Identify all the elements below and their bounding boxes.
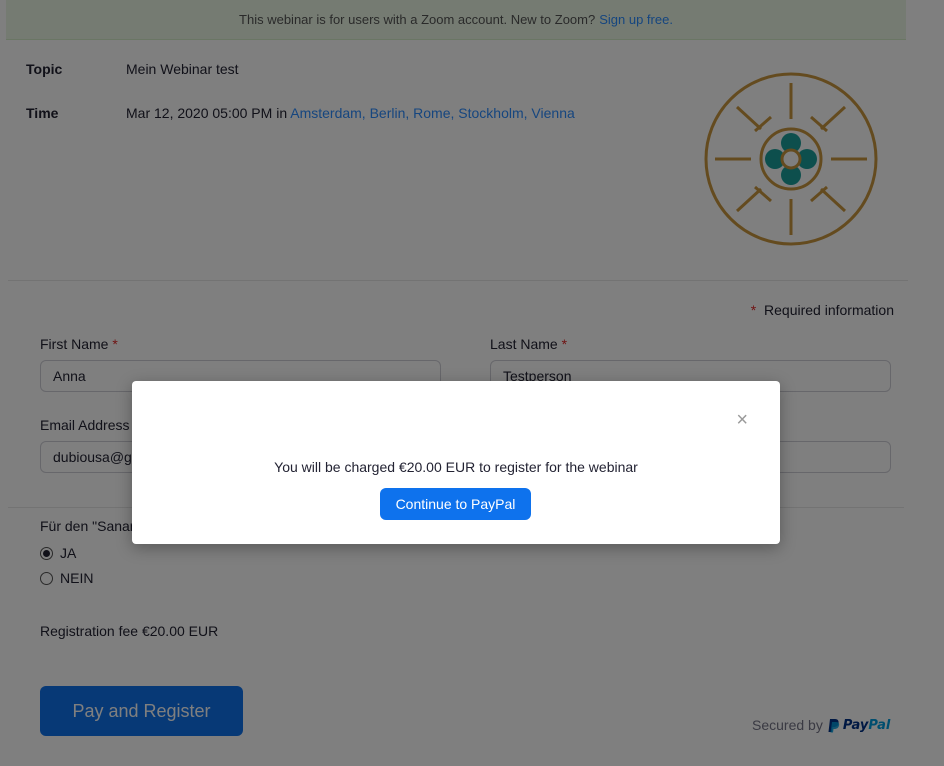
- continue-to-paypal-button[interactable]: Continue to PayPal: [380, 488, 531, 520]
- close-icon[interactable]: ×: [736, 410, 748, 430]
- charge-message: You will be charged €20.00 EUR to regist…: [274, 459, 638, 475]
- payment-confirmation-dialog: × You will be charged €20.00 EUR to regi…: [132, 381, 780, 544]
